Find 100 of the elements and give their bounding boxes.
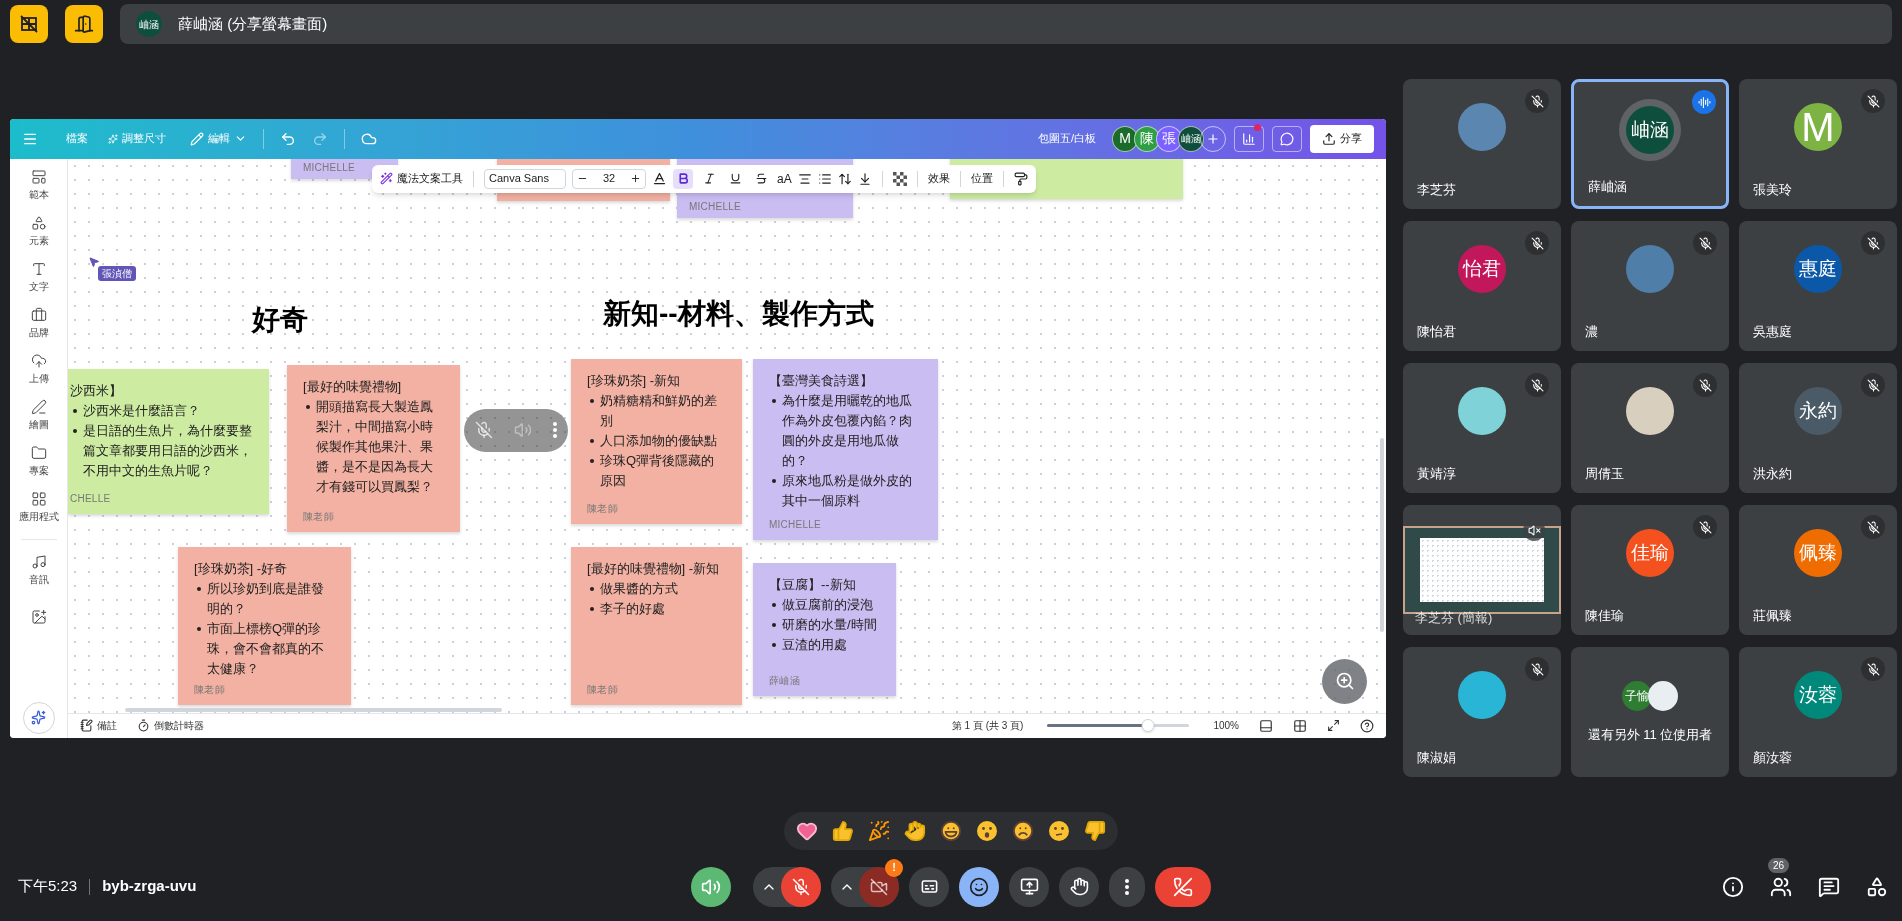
notes-icon [80,719,93,732]
participant-tile[interactable]: 怡君 陳怡君 [1403,221,1561,351]
participant-name: 濃 [1585,322,1598,341]
collaborator-avatar[interactable]: M [1112,125,1138,152]
people-count-badge: 26 [1768,857,1790,873]
sidebar-item[interactable]: 範本 [28,162,49,209]
participant-tile[interactable]: 黃靖淳 [1403,363,1561,493]
participant-tile[interactable]: 佩臻 莊佩臻 [1739,505,1897,635]
help-icon[interactable] [1360,718,1374,733]
thumbs-up-icon[interactable] [832,820,854,842]
sidebar-item[interactable]: 品牌 [28,300,49,347]
note-bullet: 做豆腐前的浸泡 [782,595,873,614]
sidebar-item[interactable]: 繪圖 [28,392,49,439]
no-video-tiles-button[interactable] [10,5,48,43]
thumbs-down-icon[interactable] [1084,820,1106,842]
grid-view-icon[interactable] [1293,718,1307,733]
note-title: [最好的味覺禮物] -新知 [587,559,721,578]
note-bullet: 豆渣的用處 [782,635,847,654]
participant-tile[interactable]: 李芝芬 [1403,79,1561,209]
participant-tile[interactable]: M 張美玲 [1739,79,1897,209]
share-button[interactable]: 分享 [1310,124,1374,153]
more-icon[interactable] [1125,878,1129,895]
document-title[interactable]: 包圍五/白板 [1037,130,1096,147]
captions-button[interactable] [909,866,949,907]
participant-tile[interactable]: 惠庭 吳惠庭 [1739,221,1897,351]
spacing-icon[interactable] [837,171,852,186]
sidebar-item[interactable]: 元素 [28,208,49,255]
speaker-button[interactable] [691,866,731,907]
note-bullet: 沙西米是什麼語言？ [83,401,200,420]
surprised-face-icon[interactable] [976,820,998,842]
info-icon[interactable] [1722,875,1744,898]
participant-tile[interactable]: 汝蓉 顏汝蓉 [1739,647,1897,777]
participant-tile[interactable]: 子愉 還有另外 11 位使用者 [1571,647,1729,777]
participant-tile[interactable]: 佳瑜 陳佳瑜 [1571,505,1729,635]
bold-button[interactable] [673,168,693,189]
mic-button[interactable] [781,866,821,907]
note-bullet: 人口添加物的優缺點 [600,431,717,450]
laughing-face-icon[interactable] [940,820,962,842]
participant-tile[interactable]: 李芝芬 (簡報) [1403,505,1561,635]
undo-icon[interactable] [280,130,296,147]
participant-name: 莊佩臻 [1753,606,1792,625]
page-view-icon[interactable] [1259,718,1273,733]
participant-tile[interactable]: 周倩玉 [1571,363,1729,493]
sidebar-item[interactable]: 上傳 [28,346,49,393]
case-button[interactable]: aA [777,169,792,188]
strike-icon [754,172,768,185]
list-icon[interactable] [817,171,832,186]
position-button[interactable]: 位置 [970,170,993,187]
heart-icon[interactable] [796,820,818,842]
text-direction-icon[interactable] [857,171,872,186]
zoom-percentage[interactable]: 100% [1213,718,1239,733]
sidebar-item[interactable]: 專案 [28,438,49,485]
note-bullet: 奶精糖精和鮮奶的差別 [600,391,718,430]
raise-hand-button[interactable] [1059,866,1099,907]
participant-name: 陳淑娟 [1417,748,1456,767]
participant-tile[interactable]: 陳淑娟 [1403,647,1561,777]
zoom-button[interactable] [1322,658,1367,704]
fullscreen-icon[interactable] [1327,719,1340,732]
magic-write-button[interactable]: 魔法文案工具 [380,170,463,187]
collaborator-avatar[interactable]: 岫涵 [1178,125,1204,152]
font-field[interactable]: Canva Sans [484,168,566,189]
sad-face-icon[interactable] [1012,820,1034,842]
party-popper-icon[interactable] [868,820,890,842]
note-author: 陳老師 [587,682,618,697]
thinking-face-icon[interactable] [1048,820,1070,842]
zoom-slider-thumb[interactable] [1141,719,1155,732]
horizontal-scrollbar[interactable] [125,707,502,712]
insights-button[interactable] [1234,125,1264,152]
more-options-button[interactable] [1109,866,1145,907]
cursor-name-tag: 張湞僧 [98,265,136,281]
sidebar-item[interactable]: 音訊 [28,547,49,594]
leave-room-button[interactable] [65,5,103,43]
note-title: [最好的味覺禮物] [303,377,403,396]
participant-tile[interactable]: 濃 [1571,221,1729,351]
text-color-icon[interactable] [652,171,667,186]
timer-icon [137,719,150,732]
sidebar-item[interactable]: 應用程式 [18,484,59,531]
bold-icon [676,172,690,185]
camera-button[interactable] [859,866,899,907]
notes-button[interactable]: 備註 [80,718,117,733]
participant-tile[interactable]: 永約 洪永約 [1739,363,1897,493]
present-button[interactable] [1009,866,1049,907]
note-title: [珍珠奶茶] -好奇 [194,559,289,578]
chat-icon[interactable] [1818,875,1840,898]
reactions-button[interactable] [959,866,999,907]
underline-icon [728,172,742,185]
briefcase-icon [30,307,47,323]
meeting-time: 下午5:23 [18,876,78,897]
activities-icon[interactable] [1866,875,1888,898]
timer-button[interactable]: 倒數計時器 [137,718,204,733]
participant-tile[interactable]: 岫涵 薛岫涵 [1571,79,1729,209]
sidebar-item[interactable]: 文字 [28,254,49,301]
checkerboard-icon[interactable] [892,171,907,186]
comments-button[interactable] [1272,125,1302,152]
paint-roller-icon[interactable] [1013,171,1028,186]
leave-call-button[interactable] [1155,866,1211,907]
effects-button[interactable]: 效果 [927,170,950,187]
vertical-scrollbar[interactable] [1380,437,1384,632]
align-center-icon[interactable] [797,171,812,186]
collaborator-avatar[interactable]: 張 [1156,125,1182,152]
